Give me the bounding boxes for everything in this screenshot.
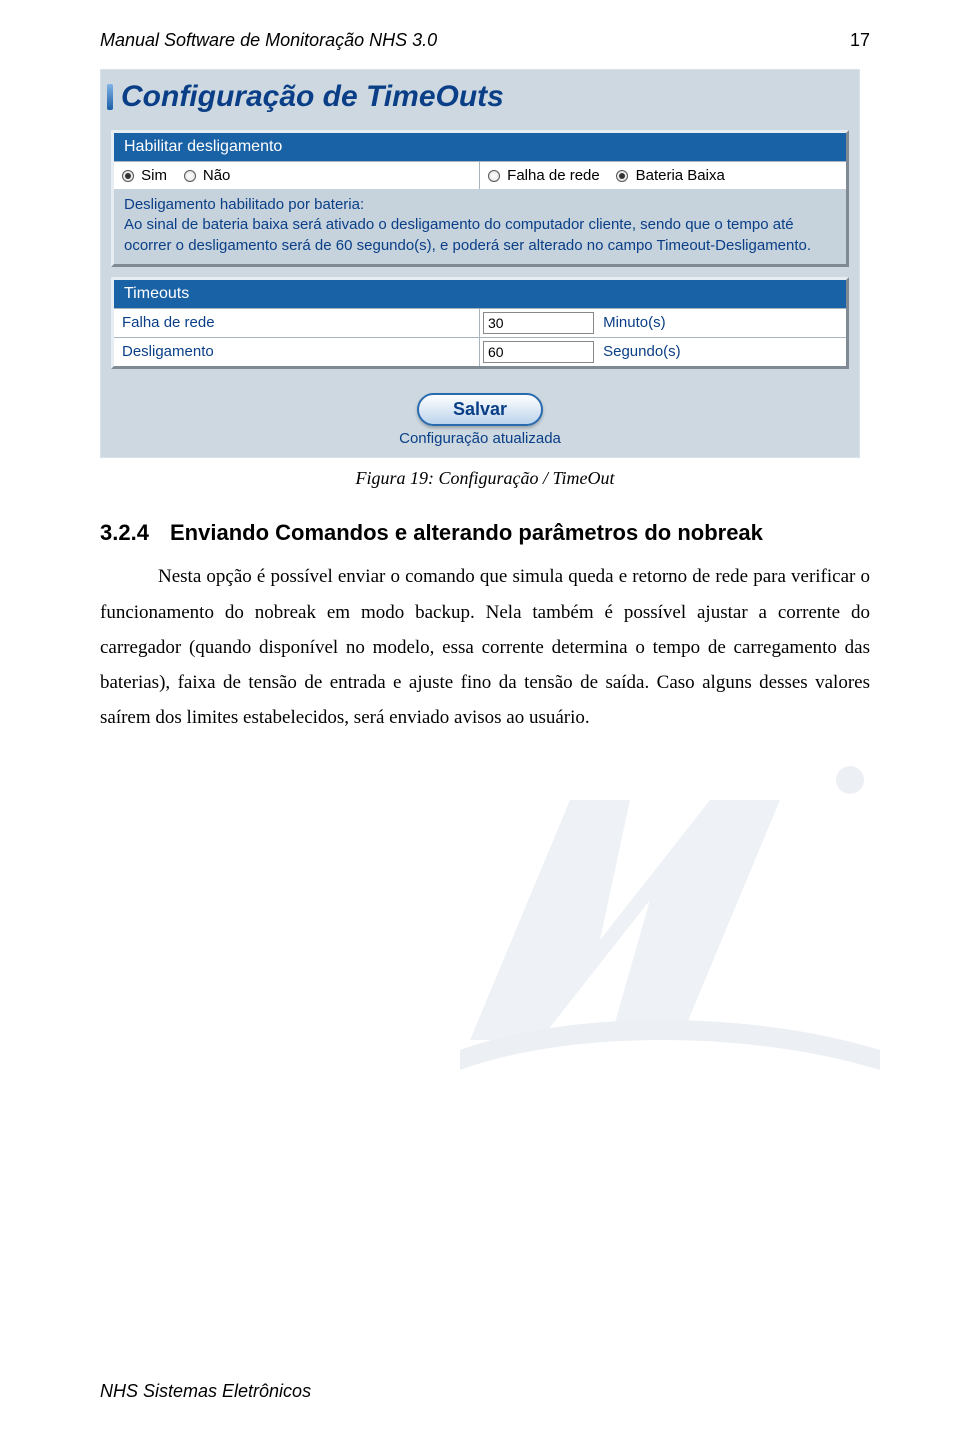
dialog-title: Configuração de TimeOuts [101,76,859,124]
radio-sim[interactable] [122,170,134,182]
desligamento-description: Desligamento habilitado por bateria: Ao … [114,189,846,264]
footer: NHS Sistemas Eletrônicos [100,1381,311,1402]
unit-minutos: Minuto(s) [597,309,846,337]
desc-text: Ao sinal de bateria baixa será ativado o… [124,215,836,256]
section-title: Enviando Comandos e alterando parâmetros… [170,520,763,545]
radio-falha-label: Falha de rede [507,167,600,184]
nhs-watermark-logo [450,740,900,1080]
unit-segundos: Segundo(s) [597,338,846,366]
panel-timeouts: Timeouts Falha de rede Minuto(s) Desliga… [111,277,849,369]
input-desligamento[interactable] [483,341,594,363]
timeout-row-falha: Falha de rede Minuto(s) [114,308,846,337]
section-paragraph: Nesta opção é possível enviar o comando … [100,559,870,735]
desc-title: Desligamento habilitado por bateria: [124,195,836,215]
radio-group-motivo: Falha de rede Bateria Baixa [480,161,846,189]
radio-group-sim-nao: Sim Não [114,161,480,189]
radio-falha-rede[interactable] [488,170,500,182]
section-heading: 3.2.4Enviando Comandos e alterando parâm… [100,513,870,554]
radio-sim-label: Sim [141,167,167,184]
radio-bateria-baixa[interactable] [616,170,628,182]
panel-habilitar-desligamento: Habilitar desligamento Sim Não Falha de … [111,130,849,267]
panel-header-timeouts: Timeouts [114,280,846,308]
page-number: 17 [850,30,870,51]
panel-header-habilitar: Habilitar desligamento [114,133,846,161]
save-status-text: Configuração atualizada [101,430,859,447]
label-desligamento: Desligamento [114,338,480,366]
input-falha-rede[interactable] [483,312,594,334]
radio-nao[interactable] [184,170,196,182]
save-button[interactable]: Salvar [417,393,543,426]
radio-bateria-label: Bateria Baixa [636,167,725,184]
manual-title: Manual Software de Monitoração NHS 3.0 [100,30,437,51]
timeout-row-desligamento: Desligamento Segundo(s) [114,337,846,366]
radio-nao-label: Não [203,167,231,184]
label-falha-rede: Falha de rede [114,309,480,337]
section-body: 3.2.4Enviando Comandos e alterando parâm… [100,513,870,735]
page-header: Manual Software de Monitoração NHS 3.0 1… [100,30,870,51]
figure-caption: Figura 19: Configuração / TimeOut [100,468,870,489]
title-decor-icon [107,84,113,110]
dialog-title-text: Configuração de TimeOuts [121,80,504,114]
timeout-config-screenshot: Configuração de TimeOuts Habilitar desli… [100,69,860,458]
save-area: Salvar Configuração atualizada [101,379,859,457]
section-number: 3.2.4 [100,513,170,554]
